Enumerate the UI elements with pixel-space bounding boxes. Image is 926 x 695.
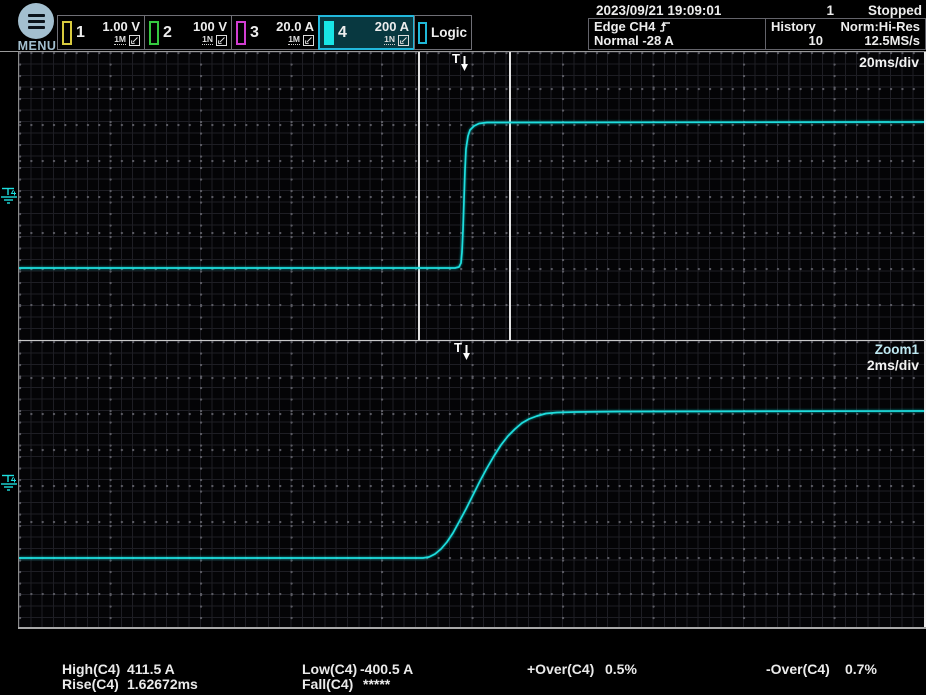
trigger-type-source: Edge CH4: [594, 20, 655, 34]
probe-icon: [216, 35, 227, 46]
oscilloscope-screen: MENU 1 1.00 V 1M 2 100 V 1N: [0, 0, 926, 695]
acquisition-count: 1: [826, 3, 834, 18]
channel-4-coupling: 1N: [384, 35, 395, 45]
acquisition-mode: Norm:Hi-Res: [841, 20, 920, 34]
channel-2-number: 2: [163, 24, 175, 42]
rising-edge-icon: [659, 20, 671, 33]
plot-bottom-border: [18, 627, 926, 629]
meas-nover-label: -Over(C4): [766, 661, 830, 677]
channel-4-scale: 200 A: [350, 20, 409, 33]
meas-nover-value: 0.7%: [845, 661, 877, 677]
meas-rise-label: Rise(C4): [62, 676, 119, 692]
channel-1-scale: 1.00 V: [88, 20, 140, 33]
history-count: 10: [771, 34, 823, 48]
channel-3-number: 3: [250, 24, 262, 42]
meas-pover-label: +Over(C4): [527, 661, 594, 677]
trigger-mode-level: Normal -28 A: [594, 34, 674, 48]
meas-high-label: High(C4): [62, 661, 120, 677]
trigger-arrow-icon: [463, 345, 472, 361]
zoom-waveform-window: T Zoom1 2ms/div: [18, 341, 926, 627]
channel-3-color-swatch: [236, 21, 246, 45]
channel-2-coupling: 1N: [202, 35, 213, 45]
sample-rate: 12.5MS/s: [864, 34, 920, 48]
probe-icon: [129, 35, 140, 46]
meas-high-value: 411.5 A: [127, 661, 175, 677]
trigger-position-marker[interactable]: T: [452, 53, 470, 71]
channel-3-scale: 20.0 A: [262, 20, 314, 33]
meas-fall-label: Fall(C4): [302, 676, 353, 692]
logic-label: Logic: [431, 25, 467, 40]
channel-3-indicator[interactable]: 3 20.0 A 1M: [231, 15, 319, 50]
hamburger-icon: [18, 3, 54, 39]
channel-1-coupling: 1M: [114, 35, 126, 45]
probe-icon: [398, 35, 409, 46]
zoom-timebase: 2ms/div: [867, 357, 919, 373]
datetime: 2023/09/21 19:09:01: [596, 3, 721, 18]
ch4-waveform-zoom: [19, 341, 924, 627]
channel-4-number: 4: [338, 24, 350, 42]
zoom-region-left-handle[interactable]: [418, 52, 420, 340]
ch4-ground-marker-icon[interactable]: [1, 473, 18, 493]
meas-low-label: Low(C4): [302, 661, 357, 677]
zoom1-label[interactable]: Zoom1: [875, 342, 919, 357]
meas-low-value: -400.5 A: [360, 661, 413, 677]
channel-1-indicator[interactable]: 1 1.00 V 1M: [57, 15, 145, 50]
meas-fall-value: *****: [363, 676, 390, 692]
logic-color-swatch: [418, 22, 427, 44]
main-waveform-window: T 20ms/div: [18, 52, 926, 340]
channel-1-color-swatch: [62, 21, 72, 45]
meas-pover-value: 0.5%: [605, 661, 637, 677]
channel-1-number: 1: [76, 24, 88, 42]
channel-4-color-swatch: [324, 21, 334, 45]
channel-2-color-swatch: [149, 21, 159, 45]
zoom-trigger-position-marker[interactable]: T: [454, 342, 472, 360]
probe-icon: [303, 35, 314, 46]
trigger-settings-box[interactable]: Edge CH4 Normal -28 A: [588, 18, 766, 50]
logic-indicator[interactable]: Logic: [414, 15, 472, 50]
channel-2-scale: 100 V: [175, 20, 227, 33]
channel-3-coupling: 1M: [288, 35, 300, 45]
main-timebase: 20ms/div: [859, 54, 919, 70]
zoom-region-right-handle[interactable]: [509, 52, 511, 340]
trigger-arrow-icon: [461, 56, 470, 72]
history-label: History: [771, 20, 816, 34]
ch4-waveform-main: [19, 52, 924, 340]
ch4-ground-marker-icon[interactable]: [1, 186, 18, 206]
acquisition-status-box[interactable]: History Norm:Hi-Res 10 12.5MS/s: [765, 18, 926, 50]
meas-rise-value: 1.62672ms: [127, 676, 198, 692]
channel-4-indicator-selected[interactable]: 4 200 A 1N: [318, 15, 415, 50]
run-state-badge: Stopped: [868, 3, 922, 18]
channel-2-indicator[interactable]: 2 100 V 1N: [144, 15, 232, 50]
channel-strip: 1 1.00 V 1M 2 100 V 1N 3: [58, 15, 472, 50]
